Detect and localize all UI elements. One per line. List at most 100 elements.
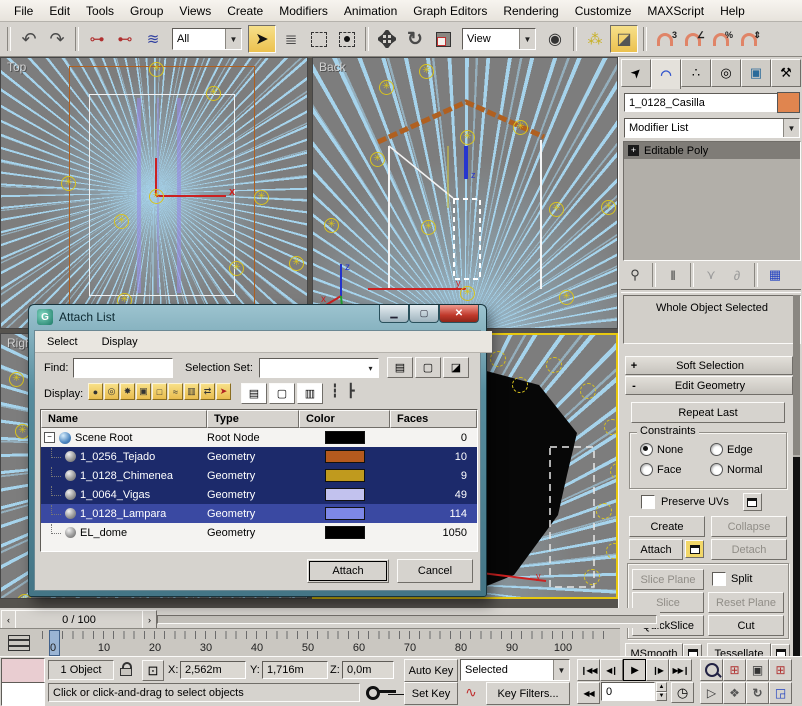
time-slider-handle[interactable]: 0 / 100 (15, 610, 143, 629)
select-invert-button[interactable]: ◪ (443, 357, 469, 378)
play-button[interactable]: ▶ (623, 659, 646, 681)
constraint-face-radio[interactable]: Face (640, 463, 681, 476)
snaps-toggle-icon[interactable]: ◪ (610, 25, 638, 53)
zoom-all-button[interactable]: ⊞ (723, 659, 746, 681)
default-in-out-tangent-icon[interactable]: ∿ (460, 682, 482, 703)
configure-modifier-sets-icon[interactable]: ▦ (763, 267, 787, 283)
constraint-normal-radio[interactable]: Normal (710, 463, 762, 476)
expand-box-icon[interactable]: + (628, 145, 639, 156)
tab-motion[interactable]: ◎ (711, 59, 741, 87)
display-cameras-icon[interactable]: ▣ (136, 383, 151, 400)
viewport-top[interactable]: x Top (0, 57, 308, 329)
key-filter-scope-dropdown[interactable]: Selected ▼ (460, 659, 570, 681)
next-frame-button[interactable]: ❙▶ (646, 659, 669, 681)
go-to-start-button[interactable]: ❙◀◀ (577, 659, 600, 681)
mini-curve-editor-button[interactable] (2, 631, 36, 654)
display-xrefs-icon[interactable]: ⇄ (200, 383, 215, 400)
select-and-rotate-icon[interactable]: ↻ (402, 26, 428, 52)
object-name-field[interactable]: 1_0128_Casilla (624, 93, 778, 112)
undo-icon[interactable]: ↶ (16, 26, 42, 52)
cancel-button[interactable]: Cancel (397, 559, 473, 583)
display-subtree-icon[interactable]: ┇ (331, 383, 339, 399)
list-row-lampara[interactable]: 1_0128_Lampara Geometry 114 (41, 504, 477, 523)
display-groups-icon[interactable]: ▥ (184, 383, 199, 400)
modifier-list-dropdown[interactable]: Modifier List ▼ (624, 118, 800, 138)
display-geometry-icon[interactable]: ● (88, 383, 103, 400)
manipulate-icon[interactable]: ⁂ (582, 26, 608, 52)
dialog-menu-select[interactable]: Select (47, 336, 78, 348)
viewport-label-top[interactable]: Top (7, 60, 26, 74)
absolute-offset-toggle-icon[interactable]: ⊡ (142, 660, 164, 681)
object-color-swatch[interactable] (777, 92, 800, 113)
maximize-button[interactable]: ▢ (409, 305, 439, 323)
arc-rotate-button[interactable]: ↻ (746, 682, 769, 704)
menu-tools[interactable]: Tools (78, 4, 122, 18)
display-space-warps-icon[interactable]: ≈ (168, 383, 183, 400)
display-dependents-icon[interactable]: ┣ (347, 383, 355, 399)
x-coord-field[interactable]: 2,562m (180, 661, 246, 679)
select-object-icon[interactable]: ➤ (248, 25, 276, 53)
min-max-toggle-button[interactable]: ◲ (769, 682, 792, 704)
attach-button-panel[interactable]: Attach (629, 539, 683, 560)
display-lights-icon[interactable]: ✸ (120, 383, 135, 400)
menu-views[interactable]: Views (171, 4, 219, 18)
minimize-button[interactable]: ▁ (379, 305, 409, 323)
menu-group[interactable]: Group (122, 4, 171, 18)
constraint-none-radio[interactable]: None (640, 443, 683, 456)
collapse-button[interactable]: Collapse (711, 516, 787, 537)
reference-coordinate-dropdown[interactable]: View ▼ (462, 28, 536, 50)
select-by-name-icon[interactable]: ≣ (278, 26, 304, 52)
list-row-chimenea[interactable]: 1_0128_Chimenea Geometry 9 (41, 466, 477, 485)
create-button[interactable]: Create (629, 516, 705, 537)
spinner-down-icon[interactable]: ▼ (656, 692, 667, 702)
slice-plane-button[interactable]: Slice Plane (632, 569, 704, 590)
collapse-box-icon[interactable]: − (44, 432, 55, 443)
selection-lock-icon[interactable] (120, 662, 132, 676)
z-coord-field[interactable]: 0,0m (342, 661, 394, 679)
spinner-snap-icon[interactable]: ⇕ (736, 26, 762, 52)
column-name[interactable]: Name (41, 410, 207, 428)
list-row-vigas[interactable]: 1_0064_Vigas Geometry 49 (41, 485, 477, 504)
use-pivot-point-center-icon[interactable]: ◉ (542, 26, 568, 52)
close-button[interactable]: ✕ (439, 305, 479, 323)
display-shapes-icon[interactable]: ◎ (104, 383, 119, 400)
field-of-view-button[interactable]: ▷ (700, 682, 723, 704)
menu-rendering[interactable]: Rendering (495, 4, 566, 18)
zoom-extents-all-button[interactable]: ⊞ (769, 659, 792, 681)
chevron-down-icon[interactable]: ▼ (519, 29, 535, 49)
pin-stack-icon[interactable]: ⚲ (623, 267, 647, 283)
constraint-edge-radio[interactable]: Edge (710, 443, 753, 456)
selection-set-dropdown[interactable]: ▾ (259, 358, 379, 378)
cut-button[interactable]: Cut (708, 615, 784, 636)
menu-help[interactable]: Help (712, 4, 753, 18)
menu-animation[interactable]: Animation (336, 4, 405, 18)
select-and-move-icon[interactable] (374, 26, 400, 52)
set-key-button[interactable]: Set Key (404, 682, 458, 705)
track-bar-ruler[interactable]: 0 10 20 30 40 50 60 70 80 90 100 (38, 629, 606, 657)
maxscript-mini-listener-white[interactable] (1, 682, 45, 706)
scrollbar-thumb[interactable] (793, 457, 800, 662)
list-row-el-dome[interactable]: EL_dome Geometry 1050 (41, 523, 477, 542)
detach-button[interactable]: Detach (711, 539, 787, 560)
angle-snap-icon[interactable]: ∠ (680, 26, 706, 52)
select-and-link-icon[interactable]: ⊶ (84, 26, 110, 52)
key-mode-toggle-button[interactable]: ◀◀ (577, 682, 600, 704)
window-crossing-icon[interactable] (334, 26, 360, 52)
preserve-uvs-checkbox[interactable] (641, 495, 655, 509)
redo-icon[interactable]: ↷ (44, 26, 70, 52)
go-to-end-button[interactable]: ▶▶❙ (669, 659, 692, 681)
selection-filter-dropdown[interactable]: All ▼ (172, 28, 242, 50)
reset-plane-button[interactable]: Reset Plane (708, 592, 784, 613)
rollout-edit-geometry[interactable]: - Edit Geometry (625, 376, 793, 395)
time-slider-next-button[interactable]: › (142, 610, 157, 629)
time-configuration-button[interactable]: ◷ (671, 682, 694, 703)
find-input[interactable] (73, 358, 173, 378)
dialog-menu-display[interactable]: Display (102, 336, 138, 348)
chevron-down-icon[interactable]: ▼ (225, 29, 241, 49)
repeat-last-button[interactable]: Repeat Last (631, 402, 785, 423)
attach-confirm-button[interactable]: Attach (307, 559, 389, 583)
previous-frame-button[interactable]: ◀❙ (600, 659, 623, 681)
rectangular-selection-region-icon[interactable] (306, 26, 332, 52)
detail-view-icon[interactable]: ▥ (297, 383, 323, 404)
time-slider-prev-button[interactable]: ‹ (1, 610, 16, 629)
